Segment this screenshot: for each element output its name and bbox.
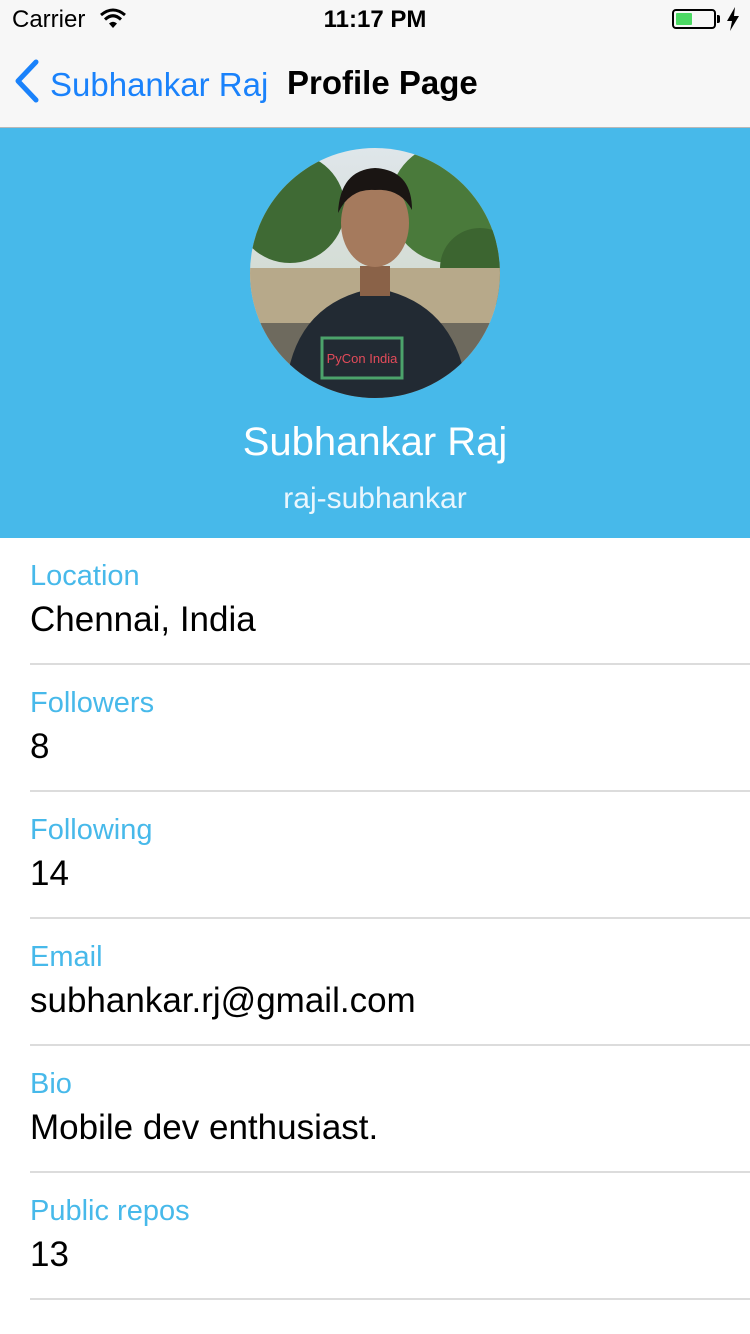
detail-label: Email (30, 941, 103, 973)
detail-value: 8 (30, 727, 50, 766)
detail-label: Bio (30, 1068, 72, 1100)
profile-username: raj-subhankar (283, 482, 467, 515)
detail-row-email: Email subhankar.rj@gmail.com (30, 919, 750, 1046)
detail-value: Chennai, India (30, 600, 256, 639)
back-button[interactable]: Subhankar Raj (14, 59, 269, 111)
page-title: Profile Page (287, 64, 478, 101)
detail-value: 14 (30, 854, 69, 893)
detail-label: Public repos (30, 1195, 190, 1227)
back-button-label: Subhankar Raj (50, 66, 269, 103)
status-bar: Carrier 11:17 PM (0, 0, 750, 40)
battery-icon (672, 9, 716, 29)
detail-row-public-repos: Public repos 13 (30, 1173, 750, 1300)
detail-row-bio: Bio Mobile dev enthusiast. (30, 1046, 750, 1173)
detail-row-followers: Followers 8 (30, 665, 750, 792)
detail-label: Following (30, 814, 153, 846)
charging-bolt-icon (726, 7, 740, 36)
detail-value: subhankar.rj@gmail.com (30, 981, 416, 1020)
detail-row-location: Location Chennai, India (30, 538, 750, 665)
detail-value: 13 (30, 1235, 69, 1274)
battery-level (676, 13, 692, 25)
profile-details-list: Location Chennai, India Followers 8 Foll… (0, 538, 750, 1300)
detail-value: Mobile dev enthusiast. (30, 1108, 379, 1147)
shirt-text: PyCon India (327, 351, 399, 366)
profile-name: Subhankar Raj (242, 420, 508, 464)
detail-label: Location (30, 560, 140, 592)
chevron-left-icon (14, 59, 40, 111)
avatar[interactable]: PyCon India (250, 148, 500, 398)
battery-cap (717, 15, 720, 23)
navigation-bar: Subhankar Raj Profile Page (0, 40, 750, 128)
detail-row-following: Following 14 (30, 792, 750, 919)
detail-label: Followers (30, 687, 155, 719)
clock: 11:17 PM (323, 6, 427, 33)
profile-header: PyCon India Subhankar Raj raj-subhankar (0, 128, 750, 538)
avatar-photo: PyCon India (250, 148, 500, 398)
